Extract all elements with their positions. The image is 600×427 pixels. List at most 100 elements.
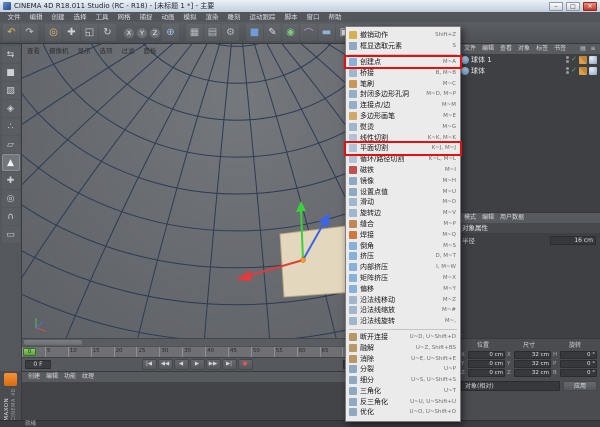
coordinate-input[interactable]: 32 cm xyxy=(514,351,551,359)
model-mode-icon[interactable]: ■ xyxy=(2,64,20,81)
context-menu-item[interactable]: 笔刷 M~C xyxy=(346,78,460,89)
coordinate-input[interactable]: 32 cm xyxy=(514,369,551,377)
context-menu-item[interactable]: 沿法线缩放 M~# xyxy=(346,305,460,316)
context-menu-item[interactable]: 封闭多边形孔洞 M~D, M~P xyxy=(346,89,460,100)
menubar-item[interactable]: 渲染 xyxy=(201,12,223,22)
panel-menu-item[interactable]: 模式 xyxy=(461,213,479,223)
enable-snap-icon[interactable]: ∩ xyxy=(2,208,20,225)
close-button[interactable]: ✕ xyxy=(583,2,597,11)
add-cube-icon[interactable]: ■ xyxy=(246,24,263,41)
panel-menu-icon[interactable]: ≡ xyxy=(589,45,597,53)
apply-button[interactable]: 应用 xyxy=(563,381,597,391)
uvw-tag-icon[interactable] xyxy=(579,56,587,64)
context-menu-item[interactable]: 滑动 M~O xyxy=(346,197,460,208)
context-menu-item[interactable]: 细分 U~S, U~Shift+S xyxy=(346,375,460,386)
timeline-tick[interactable]: 10 xyxy=(68,347,91,357)
visibility-dots[interactable] xyxy=(566,67,569,74)
menubar-item[interactable]: 窗口 xyxy=(302,12,324,22)
context-menu-item[interactable]: 融解 U~Z, Shift+BS xyxy=(346,342,460,353)
points-mode-icon[interactable]: ∴ xyxy=(2,118,20,135)
context-menu-item[interactable]: 断开连接 U~D, U~Shift+D xyxy=(346,332,460,343)
viewport-menu-item[interactable]: 选项 xyxy=(100,45,113,55)
menubar-item[interactable]: 脚本 xyxy=(280,12,302,22)
coordinate-input[interactable]: 0 ° xyxy=(560,369,597,377)
panel-menu-item[interactable]: 功能 xyxy=(61,372,79,382)
coordinate-mode-select[interactable]: 对象(相对) xyxy=(461,381,560,391)
timeline-tick[interactable]: 55 xyxy=(274,347,297,357)
timeline-scrubber[interactable]: 0 xyxy=(23,348,36,356)
context-menu-item[interactable]: 焊接 M~Q xyxy=(346,229,460,240)
context-menu-item[interactable]: 桥接 B, M~B xyxy=(346,67,460,78)
panel-menu-item[interactable]: 用户数据 xyxy=(497,213,527,223)
timeline-tick[interactable]: 15 xyxy=(91,347,114,357)
context-menu-item[interactable]: 多边形画笔 M~E xyxy=(346,111,460,122)
object-row[interactable]: 球体 1 ✓ xyxy=(458,54,600,65)
y-axis-lock-icon[interactable]: Y xyxy=(136,27,148,39)
context-menu-item[interactable]: 循环/路径切割 K~L, M~L xyxy=(346,154,460,165)
context-menu-item[interactable]: 沿法线移动 M~Z xyxy=(346,294,460,305)
subdivision-surface-icon[interactable]: ◉ xyxy=(282,24,299,41)
enabled-check-icon[interactable]: ✓ xyxy=(571,65,577,76)
move-icon[interactable]: ✚ xyxy=(63,24,80,41)
polygons-mode-icon[interactable]: ▲ xyxy=(2,154,20,171)
menubar-item[interactable]: 网格 xyxy=(113,12,135,22)
context-menu-item[interactable]: 偏移 M~Y xyxy=(346,283,460,294)
viewport-menu-item[interactable]: 查看 xyxy=(27,45,40,55)
object-row[interactable]: 球体 ✓ xyxy=(458,65,600,76)
menubar-item[interactable]: 工具 xyxy=(91,12,113,22)
texture-mode-icon[interactable]: ▨ xyxy=(2,82,20,99)
timeline-tick[interactable]: 30 xyxy=(159,347,182,357)
coordinate-input[interactable]: 0 cm xyxy=(468,369,505,377)
current-frame-field[interactable]: 0 F xyxy=(25,360,51,369)
panel-menu-item[interactable]: 创建 xyxy=(25,372,43,382)
context-menu-item[interactable]: 设置点值 M~U xyxy=(346,186,460,197)
live-selection-icon[interactable]: ◎ xyxy=(45,24,62,41)
viewport-menu-item[interactable]: 过滤 xyxy=(122,45,135,55)
context-menu-item[interactable]: 挤压 D, M~T xyxy=(346,251,460,262)
timeline-tick[interactable]: 35 xyxy=(182,347,205,357)
play-backwards-button[interactable]: ◀ xyxy=(174,359,189,370)
menubar-item[interactable]: 选择 xyxy=(69,12,91,22)
timeline-tick[interactable]: 40 xyxy=(205,347,228,357)
coordinate-input[interactable]: 32 cm xyxy=(514,360,551,368)
spline-pen-icon[interactable]: ✎ xyxy=(264,24,281,41)
context-menu-item[interactable]: 撤销动作 Shift+Z xyxy=(346,30,460,41)
menubar-item[interactable]: 帮助 xyxy=(324,12,346,22)
panel-menu-item[interactable]: 纹理 xyxy=(79,372,97,382)
context-menu-item[interactable]: 沿法线旋转 M~, xyxy=(346,316,460,327)
preview-range-handle[interactable] xyxy=(24,340,82,345)
record-button[interactable]: ● xyxy=(238,359,253,370)
context-menu-item[interactable]: 镜像 M~H xyxy=(346,175,460,186)
play-button[interactable]: ▶ xyxy=(190,359,205,370)
timeline-tick[interactable]: 20 xyxy=(114,347,137,357)
viewport-menu-item[interactable]: 摄像机 xyxy=(49,45,69,55)
attribute-value-field[interactable]: 16 cm xyxy=(550,236,596,245)
coordinate-input[interactable]: 0 ° xyxy=(560,360,597,368)
timeline-tick[interactable]: 60 xyxy=(297,347,320,357)
enable-axis-icon[interactable]: ✚ xyxy=(2,172,20,189)
bend-deformer-icon[interactable]: ⌒ xyxy=(300,24,317,41)
floor-icon[interactable]: ▬ xyxy=(318,24,335,41)
panel-layout-icon[interactable]: ▤ xyxy=(579,45,587,53)
timeline-tick[interactable]: 50 xyxy=(251,347,274,357)
toolbar-icon[interactable] xyxy=(240,24,245,41)
context-menu-item[interactable]: 连接点/边 M~M xyxy=(346,100,460,111)
panel-menu-item[interactable]: 编辑 xyxy=(43,372,61,382)
render-settings-icon[interactable]: ⚙ xyxy=(222,24,239,41)
panel-menu-item[interactable]: 查看 xyxy=(497,44,515,54)
panel-menu-item[interactable]: 书签 xyxy=(551,44,569,54)
menubar-item[interactable]: 运动跟踪 xyxy=(245,12,280,22)
prev-frame-button[interactable]: ◀◀ xyxy=(158,359,173,370)
axis-origin-handle[interactable] xyxy=(301,258,306,263)
redo-icon[interactable]: ↷ xyxy=(21,24,38,41)
context-menu-item[interactable]: 熨烫 M~G xyxy=(346,121,460,132)
rotate-icon[interactable]: ↻ xyxy=(99,24,116,41)
timeline-tick[interactable]: 25 xyxy=(136,347,159,357)
viewport-menu-item[interactable]: 面板 xyxy=(144,45,157,55)
coordinate-input[interactable]: 0 ° xyxy=(560,351,597,359)
context-menu-item[interactable]: 优化 U~O, U~Shift+O xyxy=(346,407,460,418)
timeline-tick[interactable]: 45 xyxy=(228,347,251,357)
menubar-item[interactable]: 雕刻 xyxy=(223,12,245,22)
panel-menu-item[interactable]: 标签 xyxy=(533,44,551,54)
workplane-mode-icon[interactable]: ◈ xyxy=(2,100,20,117)
